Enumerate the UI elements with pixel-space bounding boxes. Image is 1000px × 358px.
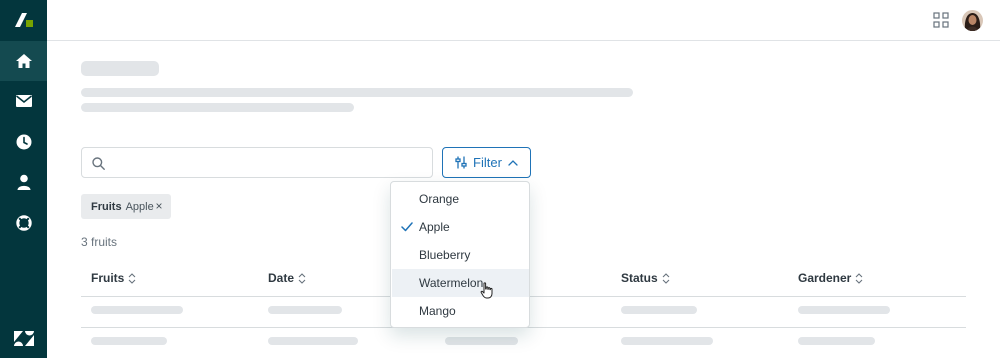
zendesk-logo-icon[interactable]	[0, 318, 47, 358]
clock-icon	[16, 134, 31, 150]
column-header-date[interactable]: Date	[268, 271, 306, 285]
tag-key: Fruits	[91, 200, 122, 213]
sidebar	[0, 0, 47, 358]
option-mango[interactable]: Mango	[392, 297, 529, 325]
column-label: Date	[268, 271, 295, 285]
cell-skeleton	[91, 337, 167, 345]
sliders-icon	[455, 156, 467, 169]
option-apple[interactable]: Apple	[392, 213, 529, 241]
close-icon[interactable]: ×	[153, 199, 165, 213]
chevron-up-icon	[508, 159, 518, 166]
user-icon	[17, 174, 30, 190]
option-blueberry[interactable]: Blueberry	[392, 241, 529, 269]
tag-value: Apple	[125, 200, 154, 213]
column-header-fruits[interactable]: Fruits	[91, 271, 136, 285]
top-bar	[47, 0, 1000, 41]
description-skeleton-1	[81, 88, 633, 97]
sort-icon	[298, 272, 306, 284]
column-label: Fruits	[91, 271, 125, 285]
option-label: Orange	[419, 192, 460, 206]
nav-home[interactable]	[0, 41, 47, 81]
brand-logo-icon[interactable]	[0, 0, 47, 40]
column-header-gardener[interactable]: Gardener	[798, 271, 863, 285]
column-label: Gardener	[798, 271, 852, 285]
nav-user[interactable]	[0, 162, 47, 202]
column-label: Status	[621, 271, 658, 285]
result-count: 3 fruits	[81, 235, 118, 249]
search-field[interactable]	[81, 147, 433, 178]
cell-skeleton	[621, 306, 697, 314]
apps-grid-icon[interactable]	[933, 12, 949, 28]
cell-skeleton	[621, 337, 713, 345]
search-icon	[92, 157, 105, 170]
cell-skeleton	[798, 337, 875, 345]
cell-skeleton	[268, 337, 358, 345]
option-watermelon[interactable]: Watermelon	[392, 269, 529, 297]
avatar[interactable]	[962, 10, 983, 31]
filter-button[interactable]: Filter	[442, 147, 531, 178]
cell-skeleton	[798, 306, 890, 314]
sort-icon	[128, 272, 136, 284]
hand-cursor-icon	[480, 282, 493, 299]
cell-skeleton	[91, 306, 183, 314]
title-skeleton	[81, 61, 159, 76]
option-label: Blueberry	[419, 248, 471, 262]
nav-mail[interactable]	[0, 81, 47, 121]
filter-dropdown-menu: Orange Apple Blueberry Watermelon Mango	[390, 181, 530, 328]
home-icon	[15, 54, 32, 68]
option-orange[interactable]: Orange	[392, 185, 529, 213]
support-icon	[15, 215, 32, 231]
sort-icon	[662, 272, 670, 284]
description-skeleton-2	[81, 103, 354, 112]
nav-clock[interactable]	[0, 122, 47, 162]
search-input[interactable]	[112, 152, 422, 173]
mail-icon	[15, 95, 32, 107]
option-label: Watermelon	[419, 276, 484, 290]
cell-skeleton	[268, 306, 342, 314]
column-header-status[interactable]: Status	[621, 271, 670, 285]
sort-icon	[855, 272, 863, 284]
filter-tag: Fruits Apple ×	[81, 194, 171, 219]
option-label: Apple	[419, 220, 450, 234]
option-label: Mango	[419, 304, 456, 318]
filter-label: Filter	[473, 155, 502, 170]
cell-skeleton	[445, 337, 518, 345]
nav-support[interactable]	[0, 203, 47, 243]
checkmark-icon	[401, 222, 413, 232]
